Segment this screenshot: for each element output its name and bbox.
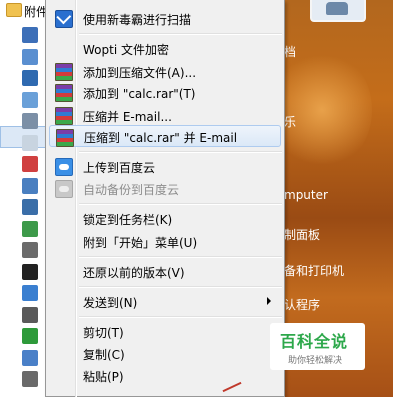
menu-item-pin-to-start-menu[interactable]: 附到「开始」菜单(U)	[49, 230, 281, 252]
program-icon	[22, 113, 38, 129]
watermark-subtitle: 助你轻松解决	[288, 356, 343, 366]
menu-item-paste[interactable]: 粘贴(P)	[49, 364, 281, 386]
menu-separator	[79, 151, 282, 153]
menu-item-label: 附到「开始」菜单(U)	[83, 236, 198, 250]
rar-icon	[55, 84, 73, 102]
menu-item-label: 还原以前的版本(V)	[83, 266, 185, 280]
start-right-item-computer[interactable]: mputer	[284, 188, 328, 202]
program-list-item[interactable]	[0, 282, 48, 304]
start-right-item-default-programs[interactable]: 认程序	[284, 296, 320, 313]
start-right-item-devices-printers[interactable]: 备和打印机	[284, 262, 344, 279]
menu-item-label: 剪切(T)	[83, 326, 124, 340]
program-list-item[interactable]	[0, 218, 48, 240]
menu-item-upload-baidu-cloud[interactable]: 上传到百度云	[49, 155, 281, 177]
menu-item-auto-backup-baidu-cloud: 自动备份到百度云	[49, 177, 281, 199]
program-icon	[22, 156, 38, 172]
program-icon	[22, 306, 38, 323]
program-icon	[22, 349, 38, 366]
program-list-item[interactable]	[0, 304, 48, 326]
menu-item-label: 自动备份到百度云	[83, 183, 180, 197]
menu-item-label: 复制(C)	[83, 348, 125, 362]
folder-icon	[6, 3, 22, 17]
program-list-item[interactable]	[0, 261, 48, 283]
program-list-item[interactable]	[0, 110, 48, 132]
program-icon	[22, 48, 38, 65]
start-right-item-documents[interactable]: 档	[284, 43, 296, 60]
rar-icon	[55, 63, 73, 81]
menu-item-pin-to-taskbar[interactable]: 锁定到任务栏(K)	[49, 207, 281, 229]
program-list-item[interactable]	[0, 89, 48, 111]
program-icon	[22, 242, 38, 258]
program-icon	[22, 199, 38, 215]
baidu-cloud-icon	[55, 158, 73, 176]
menu-item-add-to-archive[interactable]: 添加到压缩文件(A)...	[49, 60, 281, 82]
menu-item-restore-previous-versions[interactable]: 还原以前的版本(V)	[49, 260, 281, 282]
baike-watermark: 百科全说 助你轻松解决	[270, 323, 365, 370]
program-list-item[interactable]	[0, 196, 48, 218]
watermark-title: 百科全说	[280, 332, 349, 351]
menu-item-label: 压缩到 "calc.rar" 并 E-mail	[84, 131, 238, 145]
program-list-item[interactable]	[0, 325, 48, 347]
rar-icon	[55, 107, 73, 125]
user-picture-icon	[326, 2, 348, 15]
user-picture[interactable]	[310, 0, 366, 22]
menu-separator	[79, 203, 282, 205]
program-icon	[22, 220, 38, 237]
menu-separator	[79, 286, 282, 288]
menu-item-label: Wopti 文件加密	[83, 43, 169, 57]
baidu-cloud-icon	[55, 180, 73, 198]
menu-item-send-to[interactable]: 发送到(N)	[49, 290, 281, 312]
program-list-item[interactable]	[0, 24, 48, 46]
menu-item-copy[interactable]: 复制(C)	[49, 342, 281, 364]
menu-item-scan[interactable]: 使用新毒霸进行扫描	[49, 7, 281, 29]
program-icon	[22, 70, 38, 86]
program-icon	[22, 285, 38, 301]
rar-icon	[56, 129, 74, 147]
menu-item-label: 粘贴(P)	[83, 370, 124, 384]
program-list-item[interactable]	[0, 67, 48, 89]
accessories-folder-item[interactable]: 附件	[0, 0, 48, 22]
menu-separator	[79, 316, 282, 318]
menu-item-compress-and-email[interactable]: 压缩并 E-mail...	[49, 104, 281, 126]
menu-item-cut[interactable]: 剪切(T)	[49, 320, 281, 342]
program-icon	[22, 134, 38, 151]
program-list-item[interactable]	[0, 153, 48, 175]
start-menu-program-list: 附件	[0, 0, 49, 397]
program-list-item[interactable]	[0, 132, 48, 154]
menu-item-label: 使用新毒霸进行扫描	[83, 13, 192, 27]
wallpaper-glow	[272, 50, 372, 170]
menu-item-label: 锁定到任务栏(K)	[83, 213, 173, 227]
program-list-item[interactable]	[0, 175, 48, 197]
start-right-item-control-panel[interactable]: 制面板	[284, 226, 320, 243]
submenu-arrow-icon	[267, 297, 271, 305]
program-icon	[22, 177, 38, 194]
menu-item-label: 压缩并 E-mail...	[83, 110, 172, 124]
program-list-item[interactable]	[0, 239, 48, 261]
menu-separator	[79, 33, 282, 35]
menu-item-label: 上传到百度云	[83, 161, 156, 175]
program-icon	[22, 263, 38, 280]
menu-item-label: 添加到压缩文件(A)...	[83, 66, 197, 80]
program-icon	[22, 27, 38, 43]
menu-item-add-to-calc-rar[interactable]: 添加到 "calc.rar"(T)	[49, 81, 281, 103]
program-list-item[interactable]	[0, 46, 48, 68]
menu-item-wopti-encrypt[interactable]: Wopti 文件加密	[49, 37, 281, 59]
program-icon	[22, 91, 38, 108]
menu-item-label: 添加到 "calc.rar"(T)	[83, 87, 196, 101]
menu-item-compress-calc-rar-and-email[interactable]: 压缩到 "calc.rar" 并 E-mail	[49, 125, 281, 147]
program-icon	[22, 328, 38, 344]
program-list-item[interactable]	[0, 368, 48, 390]
program-list-item[interactable]	[0, 347, 48, 369]
program-icon	[22, 371, 38, 387]
menu-item-label: 发送到(N)	[83, 296, 138, 310]
start-right-item-music[interactable]: 乐	[284, 113, 296, 130]
menu-separator	[79, 256, 282, 258]
context-menu: 使用新毒霸进行扫描 Wopti 文件加密 添加到压缩文件(A)... 添加到 "…	[45, 0, 285, 397]
antivirus-icon	[55, 10, 73, 28]
